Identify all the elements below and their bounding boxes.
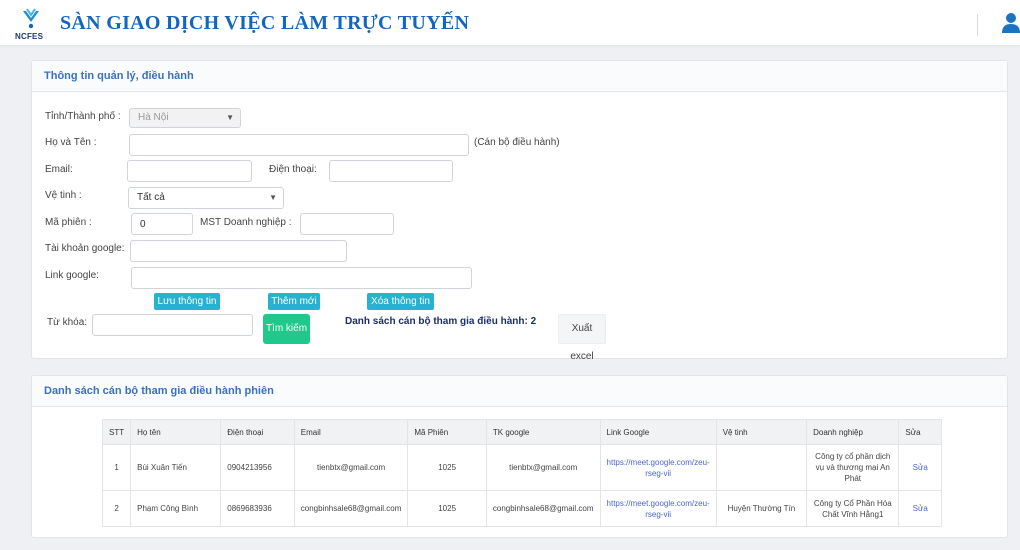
column-header-session: Mã Phiên — [407, 419, 487, 445]
user-account-icon[interactable] — [1001, 12, 1020, 34]
phone-input[interactable] — [329, 160, 453, 182]
top-header: NCFES SÀN GIAO DỊCH VIỆC LÀM TRỰC TUYẾN — [0, 0, 1020, 46]
tax-code-input[interactable] — [300, 213, 394, 235]
cell-session: 1025 — [407, 490, 487, 527]
add-new-button[interactable]: Thêm mới — [268, 293, 320, 310]
fullname-label: Họ và Tên : — [45, 137, 97, 148]
staff-table: STT Họ tên Điện thoại Email Mã Phiên TK … — [101, 419, 942, 527]
province-select-value: Hà Nội — [138, 112, 169, 123]
cell-phone: 0869683936 — [220, 490, 295, 527]
cell-name: Bùi Xuân Tiến — [130, 444, 222, 491]
tax-code-label: MST Doanh nghiệp : — [200, 217, 292, 228]
column-header-google-account: TK google — [485, 419, 601, 445]
management-info-card: Thông tin quản lý, điều hành Tỉnh/Thành … — [31, 60, 1008, 362]
save-button[interactable]: Lưu thông tin — [154, 293, 220, 310]
staff-count-text: Danh sách cán bộ tham gia điều hành: 2 — [345, 316, 537, 327]
session-label: Mã phiên : — [45, 217, 92, 228]
cell-satellite: Huyện Thường Tín — [715, 490, 808, 527]
chevron-down-icon: ▼ — [226, 113, 234, 122]
staff-list-card: Danh sách cán bộ tham gia điều hành phiê… — [31, 375, 1008, 538]
table-row: 2 Phạm Công Bình 0869683936 congbinhsale… — [101, 490, 942, 527]
delete-button[interactable]: Xóa thông tin — [367, 293, 434, 310]
cell-session: 1025 — [407, 444, 487, 491]
province-select[interactable]: Hà Nội ▼ — [129, 108, 241, 128]
cell-google-account: tienbtx@gmail.com — [485, 444, 601, 491]
fullname-input[interactable] — [129, 134, 469, 156]
column-header-email: Email — [293, 419, 409, 445]
export-excel-button[interactable]: Xuất excel — [558, 314, 606, 362]
column-header-name: Họ tên — [130, 419, 222, 445]
ncfes-logo[interactable]: NCFES — [15, 8, 47, 42]
column-header-company: Doanh nghiệp — [806, 419, 900, 445]
cell-google-account: congbinhsale68@gmail.com — [485, 490, 601, 527]
cell-name: Phạm Công Bình — [130, 490, 222, 527]
cell-stt: 1 — [101, 444, 132, 491]
logo-text: NCFES — [15, 32, 44, 41]
google-link-label: Link google: — [45, 270, 99, 281]
cell-phone: 0904213956 — [220, 444, 295, 491]
cell-stt: 2 — [101, 490, 132, 527]
column-header-phone: Điện thoại — [220, 419, 295, 445]
session-input[interactable] — [131, 213, 193, 235]
google-link-input[interactable] — [131, 267, 472, 289]
chevron-down-icon: ▼ — [269, 193, 277, 202]
column-header-google-link: Link Google — [599, 419, 717, 445]
satellite-select-value: Tất cả — [137, 192, 165, 203]
edit-link[interactable]: Sửa — [898, 444, 942, 491]
edit-link[interactable]: Sửa — [898, 490, 942, 527]
header-divider — [977, 14, 978, 36]
table-header-row: STT Họ tên Điện thoại Email Mã Phiên TK … — [101, 419, 942, 445]
site-title: SÀN GIAO DỊCH VIỆC LÀM TRỰC TUYẾN — [60, 12, 470, 34]
table-row: 1 Bùi Xuân Tiến 0904213956 tienbtx@gmail… — [101, 444, 942, 491]
province-label: Tỉnh/Thành phố : — [45, 111, 121, 122]
keyword-label: Từ khóa: — [47, 317, 88, 328]
cell-company: Công ty Cổ Phần Hóa Chất Vĩnh Hằng1 — [806, 490, 900, 527]
email-input[interactable] — [127, 160, 252, 182]
column-header-satellite: Vệ tinh — [715, 419, 808, 445]
google-account-input[interactable] — [130, 240, 347, 262]
cell-company: Công ty cổ phần dịch vụ và thương mại An… — [806, 444, 900, 491]
satellite-select[interactable]: Tất cả ▼ — [128, 187, 284, 209]
management-info-card-title: Thông tin quản lý, điều hành — [32, 61, 1007, 92]
phone-label: Điện thoại: — [269, 164, 317, 175]
column-header-stt: STT — [101, 419, 132, 445]
email-label: Email: — [45, 164, 73, 175]
cell-email: congbinhsale68@gmail.com — [293, 490, 409, 527]
google-account-label: Tài khoản google: — [45, 243, 125, 254]
column-header-edit: Sửa — [898, 419, 942, 445]
cell-satellite — [715, 444, 808, 491]
cell-email: tienbtx@gmail.com — [293, 444, 409, 491]
fullname-note: (Cán bộ điều hành) — [474, 137, 560, 148]
staff-list-card-title: Danh sách cán bộ tham gia điều hành phiê… — [32, 376, 1007, 407]
cell-google-link[interactable]: https://meet.google.com/zeu-rseg-vii — [599, 490, 717, 527]
search-button[interactable]: Tìm kiếm — [263, 314, 310, 344]
keyword-input[interactable] — [92, 314, 253, 336]
logo-emblem-icon — [23, 8, 39, 29]
cell-google-link[interactable]: https://meet.google.com/zeu-rseg-vii — [599, 444, 717, 491]
satellite-label: Vệ tinh : — [45, 190, 82, 201]
